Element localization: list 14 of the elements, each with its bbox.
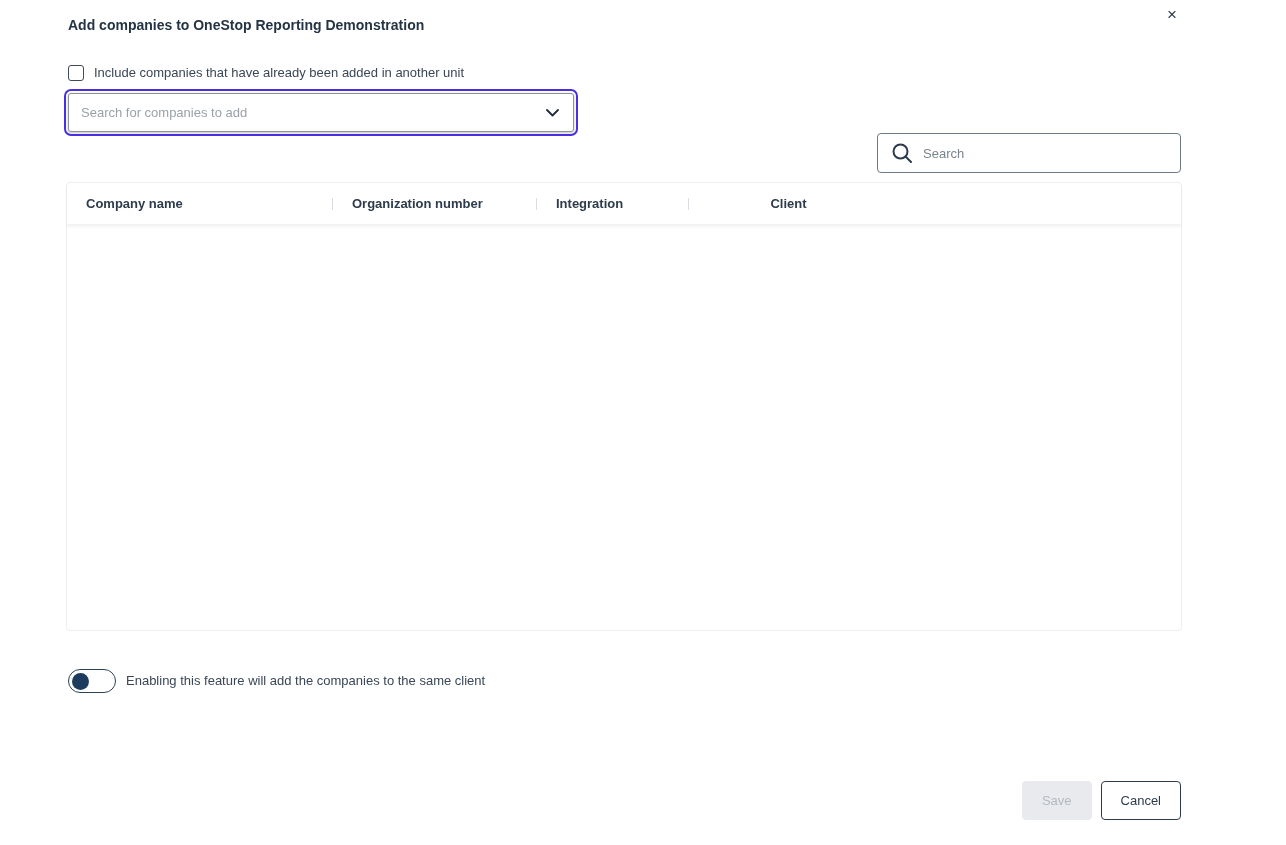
checkbox-label: Include companies that have already been added in another unit xyxy=(94,65,465,81)
checkbox[interactable] xyxy=(68,65,84,81)
column-header: Organization number xyxy=(352,196,483,211)
close-button[interactable]: × xyxy=(1163,6,1181,24)
toggle-switch[interactable] xyxy=(68,669,116,693)
column-header: Integration xyxy=(556,196,624,211)
toggle-label: Enabling this feature will add the companies to the same client xyxy=(126,673,486,689)
cancel-button[interactable]: Cancel xyxy=(1100,781,1181,820)
dialog-title: Add companies to OneStop Reporting Demonstration xyxy=(68,16,425,34)
column-header: Company name xyxy=(86,196,183,211)
search-icon xyxy=(892,143,912,163)
chevron-down-icon xyxy=(546,109,559,117)
column-header: Client xyxy=(770,196,807,211)
search-field[interactable]: Search xyxy=(877,133,1181,173)
